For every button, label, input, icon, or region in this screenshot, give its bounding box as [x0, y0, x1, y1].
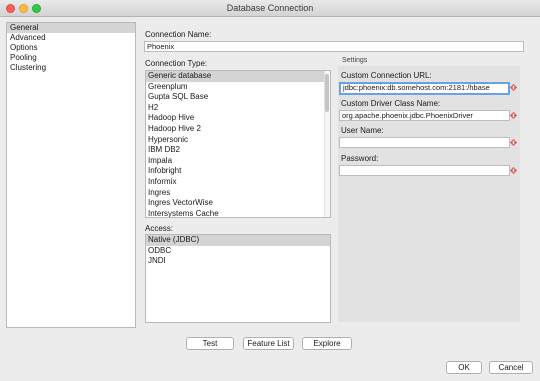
- connection-type-option[interactable]: Hadoop Hive: [146, 113, 330, 124]
- connection-type-option[interactable]: Hadoop Hive 2: [146, 124, 330, 135]
- connection-name-field[interactable]: Phoenix: [144, 41, 524, 52]
- variable-substitution-icon[interactable]: [510, 84, 517, 91]
- feature-list-button[interactable]: Feature List: [243, 337, 294, 350]
- explore-button[interactable]: Explore: [302, 337, 352, 350]
- connection-type-option[interactable]: Hypersonic: [146, 135, 330, 146]
- connection-name-label: Connection Name:: [145, 30, 212, 39]
- access-option[interactable]: ODBC: [146, 246, 330, 257]
- ok-button[interactable]: OK: [446, 361, 482, 374]
- access-list[interactable]: Native (JDBC) ODBC JNDI: [145, 234, 331, 323]
- variable-substitution-icon[interactable]: [510, 167, 517, 174]
- connection-type-option[interactable]: Ingres VectorWise: [146, 198, 330, 209]
- sidebar-item-pooling[interactable]: Pooling: [7, 53, 135, 63]
- custom-url-field[interactable]: jdbc:phoenix:db.somehost.com:2181:/hbase: [339, 82, 510, 95]
- access-option[interactable]: Native (JDBC): [146, 235, 330, 246]
- connection-type-option[interactable]: Greenplum: [146, 82, 330, 93]
- connection-type-scrollbar[interactable]: [324, 71, 330, 217]
- sidebar-item-options[interactable]: Options: [7, 43, 135, 53]
- custom-url-label: Custom Connection URL:: [341, 71, 432, 80]
- custom-driver-label: Custom Driver Class Name:: [341, 99, 441, 108]
- connection-type-list[interactable]: Generic database Greenplum Gupta SQL Base H…: [145, 70, 331, 218]
- password-field[interactable]: [339, 165, 510, 176]
- connection-type-option[interactable]: Intersystems Cache: [146, 209, 330, 217]
- test-button[interactable]: Test: [186, 337, 234, 350]
- sidebar-item-clustering[interactable]: Clustering: [7, 63, 135, 73]
- connection-type-option[interactable]: Ingres: [146, 188, 330, 199]
- user-name-label: User Name:: [341, 126, 384, 135]
- connection-type-option[interactable]: Informix: [146, 177, 330, 188]
- access-option[interactable]: JNDI: [146, 256, 330, 267]
- access-label: Access:: [145, 224, 174, 233]
- connection-type-option[interactable]: H2: [146, 103, 330, 114]
- settings-label: Settings: [342, 57, 368, 64]
- scrollbar-thumb[interactable]: [325, 74, 329, 112]
- sidebar-nav: General Advanced Options Pooling Cluster…: [6, 22, 136, 328]
- sidebar-item-advanced[interactable]: Advanced: [7, 33, 135, 43]
- connection-type-option[interactable]: IBM DB2: [146, 145, 330, 156]
- connection-type-option[interactable]: Gupta SQL Base: [146, 92, 330, 103]
- variable-substitution-icon[interactable]: [510, 112, 517, 119]
- variable-substitution-icon[interactable]: [510, 139, 517, 146]
- connection-type-option[interactable]: Generic database: [146, 71, 330, 82]
- sidebar-item-general[interactable]: General: [7, 23, 135, 33]
- cancel-button[interactable]: Cancel: [489, 361, 533, 374]
- connection-type-label: Connection Type:: [145, 59, 208, 68]
- password-label: Password:: [341, 154, 379, 163]
- title-bar: Database Connection: [0, 0, 540, 17]
- connection-type-option[interactable]: Infobright: [146, 166, 330, 177]
- user-name-field[interactable]: [339, 137, 510, 148]
- custom-driver-field[interactable]: org.apache.phoenix.jdbc.PhoenixDriver: [339, 110, 510, 121]
- window-title: Database Connection: [226, 3, 314, 13]
- connection-type-option[interactable]: Impala: [146, 156, 330, 167]
